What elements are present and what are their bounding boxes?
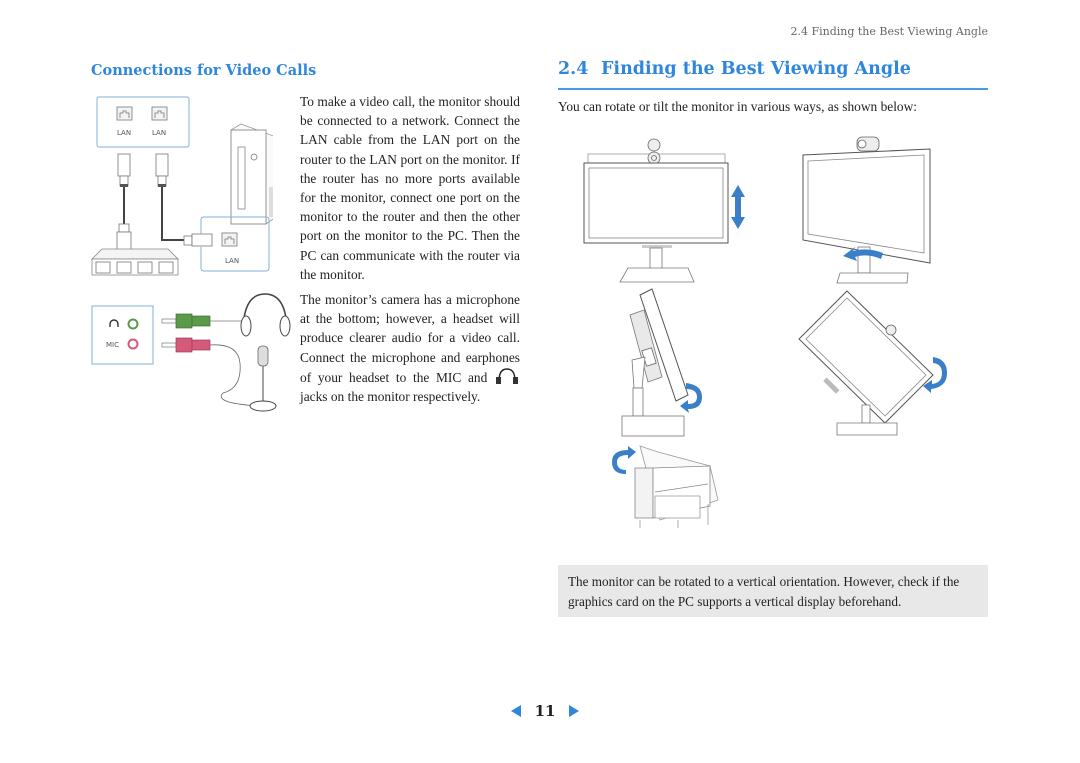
figure-pivot <box>798 290 947 436</box>
rj45-plug-icon <box>117 153 131 187</box>
mic-plug-icon <box>161 337 211 353</box>
webcam-icon <box>885 324 897 336</box>
page-navigation: 11 <box>510 701 580 721</box>
pc-tower-icon <box>230 123 273 225</box>
rj45-plug-icon <box>116 223 132 253</box>
headset-text-part2: jacks on the monitor respectively. <box>300 389 481 405</box>
figure-camera-tilt <box>612 445 719 528</box>
next-page-arrow-icon[interactable] <box>568 704 580 718</box>
running-head: 2.4 Finding the Best Viewing Angle <box>790 25 988 38</box>
camera-tilt-arrow-icon <box>612 446 636 474</box>
lan-label: LAN <box>117 129 131 137</box>
subsection-heading: Connections for Video Calls <box>91 62 317 79</box>
lan-connection-diagram: LAN LAN LAN <box>91 96 273 276</box>
up-down-arrow-icon <box>731 185 745 229</box>
section-intro: You can rotate or tilt the monitor in va… <box>558 99 918 114</box>
headset-text-part1: The monitor’s camera has a microphone at… <box>300 292 520 385</box>
rj45-plug-icon <box>183 233 213 247</box>
figure-tilt <box>621 288 702 437</box>
network-instructions: To make a video call, the monitor should… <box>300 94 520 282</box>
webcam-icon <box>856 136 880 152</box>
headphone-plug-icon <box>161 313 211 329</box>
previous-page-arrow-icon[interactable] <box>510 704 522 718</box>
headset-instructions: The monitor’s camera has a microphone at… <box>300 290 520 406</box>
headphones-icon <box>240 293 291 337</box>
audio-connection-diagram: MIC <box>91 293 291 412</box>
section-number: 2.4 <box>558 59 589 79</box>
figure-swivel <box>802 136 931 284</box>
pc-lan-label: LAN <box>225 257 239 265</box>
router-icon <box>91 248 179 276</box>
mic-jack-label: MIC <box>106 341 119 349</box>
monitor-lan-panel: LAN LAN <box>96 96 190 148</box>
lan-port-icon <box>116 106 133 121</box>
rj45-plug-icon <box>155 153 169 187</box>
lan-label: LAN <box>152 129 166 137</box>
headphone-jack-icon <box>496 368 518 384</box>
figure-height-adjust <box>583 138 745 283</box>
audio-jack-panel: MIC <box>91 305 154 365</box>
orientation-note: The monitor can be rotated to a vertical… <box>558 565 988 617</box>
section-title: Finding the Best Viewing Angle <box>601 59 911 79</box>
webcam-icon <box>647 138 661 165</box>
section-heading: 2.4 Finding the Best Viewing Angle <box>558 59 988 90</box>
page-number: 11 <box>534 702 556 720</box>
microphone-icon <box>249 345 277 412</box>
lan-port-icon <box>151 106 168 121</box>
